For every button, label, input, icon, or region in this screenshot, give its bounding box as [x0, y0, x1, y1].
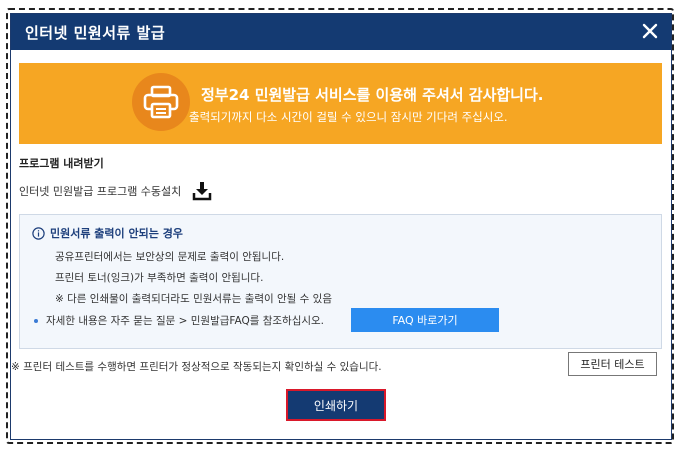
troubleshoot-line: 공유프린터에서는 보안상의 문제로 출력이 안됩니다.: [55, 251, 285, 263]
print-button[interactable]: 인쇄하기: [286, 389, 386, 421]
download-heading: 프로그램 내려받기: [19, 157, 104, 170]
troubleshoot-title: 민원서류 출력이 안되는 경우: [32, 225, 183, 241]
dialog-title: 인터넷 민원서류 발급: [25, 24, 166, 42]
info-icon: [32, 226, 45, 240]
printer-test-button[interactable]: 프린터 테스트: [568, 352, 657, 376]
close-icon: [642, 23, 658, 39]
troubleshoot-box: 민원서류 출력이 안되는 경우 공유프린터에서는 보안상의 문제로 출력이 안됩…: [19, 214, 662, 349]
close-button[interactable]: [637, 18, 663, 44]
faq-button[interactable]: FAQ 바로가기: [351, 308, 499, 332]
faq-note: 자세한 내용은 자주 묻는 질문 > 민원발급FAQ를 참조하십시오.: [34, 313, 324, 328]
banner-sub-text: 출력되기까지 다소 시간이 걸릴 수 있으니 잠시만 기다려 주십시오.: [189, 110, 508, 124]
printer-test-note: ※ 프린터 테스트를 수행하면 프린터가 정상적으로 작동되는지 확인하실 수 …: [11, 361, 382, 373]
troubleshoot-line: 프린터 토너(잉크)가 부족하면 출력이 안됩니다.: [55, 272, 264, 284]
notice-banner: 정부24 민원발급 서비스를 이용해 주셔서 감사합니다. 출력되기까지 다소 …: [19, 63, 662, 144]
troubleshoot-line: ※ 다른 인쇄물이 출력되더라도 민원서류는 출력이 안될 수 있음: [55, 293, 332, 305]
bullet-dot: [34, 318, 38, 323]
banner-main-text: 정부24 민원발급 서비스를 이용해 주셔서 감사합니다.: [201, 86, 544, 104]
download-icon[interactable]: [191, 180, 213, 202]
printer-icon: [132, 73, 190, 131]
download-label: 인터넷 민원발급 프로그램 수동설치: [19, 185, 182, 198]
print-dialog: 인터넷 민원서류 발급 정부24 민원발급 서비스를 이용해 주셔서 감사합니다…: [10, 13, 672, 440]
faq-note-text: 자세한 내용은 자주 묻는 질문 > 민원발급FAQ를 참조하십시오.: [46, 315, 325, 327]
troubleshoot-title-text: 민원서류 출력이 안되는 경우: [50, 227, 183, 240]
dialog-titlebar: 인터넷 민원서류 발급: [11, 14, 671, 50]
download-row: 인터넷 민원발급 프로그램 수동설치: [19, 180, 213, 202]
